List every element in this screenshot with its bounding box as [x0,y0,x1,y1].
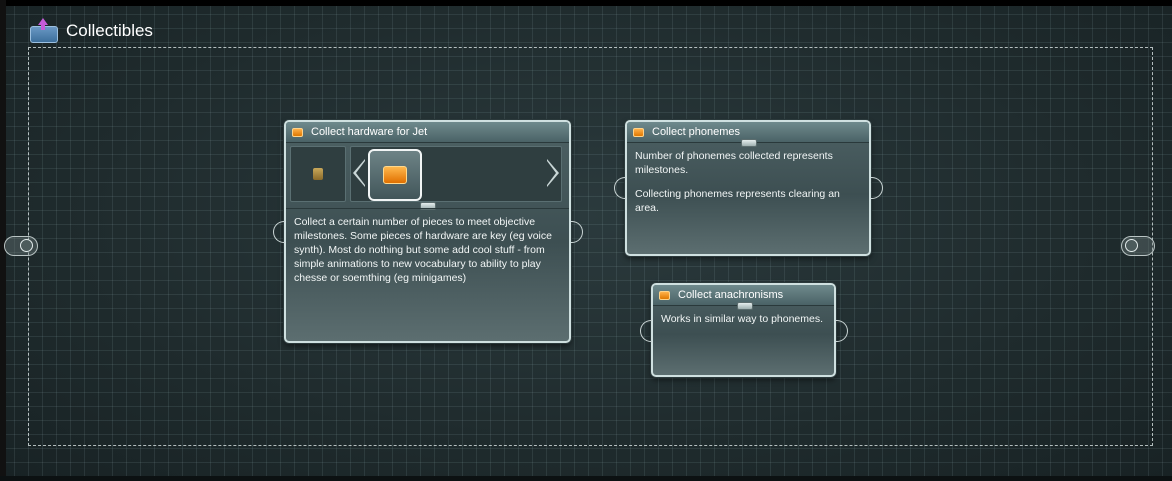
node-collect-hardware[interactable]: Collect hardware for Jet Collect a certa… [284,120,571,343]
box-upload-icon [30,18,58,44]
node-body-panel: Collect a certain number of pieces to me… [286,208,569,342]
group-output-port[interactable] [1121,236,1155,256]
orange-chip-icon [633,127,644,137]
node-connector-handle[interactable] [741,139,757,147]
orange-chip-icon [383,166,407,184]
node-title: Collect hardware for Jet [311,126,428,138]
orange-chip-icon [659,290,670,300]
node-collect-phonemes[interactable]: Collect phonemes Number of phonemes coll… [625,120,871,256]
node-header[interactable]: Collect hardware for Jet [286,122,569,143]
description-paragraph: Collecting phonemes represents clearing … [635,188,840,214]
node-title: Collect anachronisms [678,289,784,301]
canvas-top-edge [0,0,1172,6]
hardware-piece-icon [313,168,323,180]
hardware-strip [350,146,562,202]
node-connector-handle[interactable] [737,302,753,310]
node-description: Number of phonemes collected represents … [627,143,869,231]
node-description: Collect a certain number of pieces to me… [294,216,552,284]
hardware-thumbnail[interactable] [290,146,346,202]
group-input-port[interactable] [4,236,38,256]
group-title: Collectibles [66,21,153,40]
carousel-next-icon[interactable] [547,159,559,187]
orange-chip-icon [292,127,303,137]
node-title: Collect phonemes [652,126,741,138]
node-collect-anachronisms[interactable]: Collect anachronisms Works in similar wa… [651,283,836,377]
group-frame[interactable] [28,47,1153,446]
carousel-prev-icon[interactable] [353,159,365,187]
group-header[interactable]: Collectibles [30,16,153,46]
carousel-selected-item[interactable] [368,149,422,201]
canvas-bottom-edge [0,476,1172,481]
description-paragraph: Number of phonemes collected represents … [635,150,833,176]
hardware-carousel [290,146,562,202]
